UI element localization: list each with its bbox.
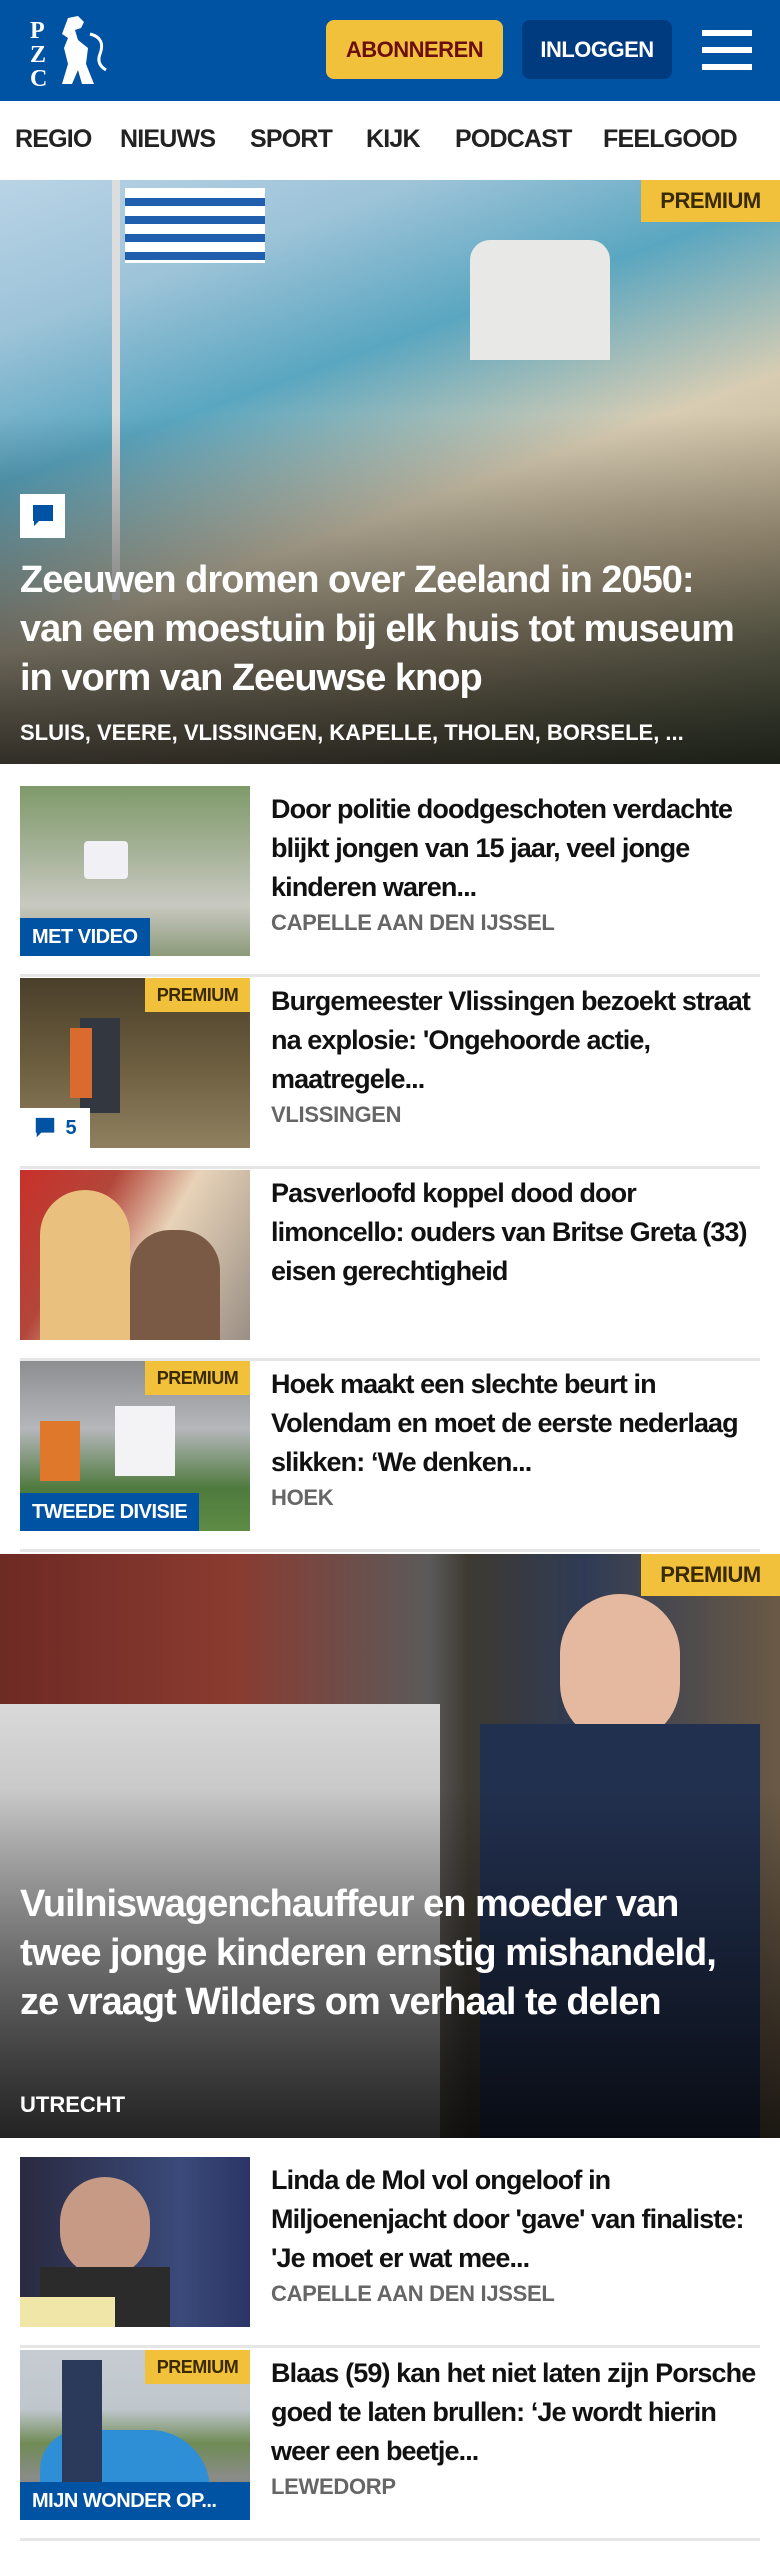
premium-badge: PREMIUM	[145, 2350, 250, 2384]
nav-item-regio[interactable]: REGIO	[15, 125, 92, 154]
premium-badge: PREMIUM	[641, 180, 780, 222]
login-button[interactable]: INLOGGEN	[522, 20, 672, 79]
article-thumbnail: PREMIUM MIJN WONDER OP...	[20, 2350, 250, 2520]
article-headline[interactable]: Hoek maakt een slechte beurt in Volendam…	[271, 1365, 760, 1482]
article-thumbnail: PREMIUM 5	[20, 978, 250, 1148]
player-image	[40, 1421, 80, 1481]
list-item[interactable]: Pasverloofd koppel dood door limoncello:…	[20, 1170, 760, 1361]
hero-headline[interactable]: Vuilniswagenchauffeur en moeder van twee…	[20, 1880, 760, 2027]
comment-icon	[32, 505, 53, 526]
article-thumbnail	[20, 1170, 250, 1340]
hero-article-utrecht[interactable]: PREMIUM Vuilniswagenchauffeur en moeder …	[0, 1554, 780, 2138]
article-location: LEWEDORP	[271, 2474, 396, 2499]
site-header: P Z C ABONNEREN INLOGGEN	[0, 0, 780, 101]
nav-item-nieuws[interactable]: NIEUWS	[120, 125, 216, 154]
svg-text:C: C	[30, 66, 47, 88]
power-plant-image	[470, 240, 610, 360]
svg-text:P: P	[30, 18, 45, 44]
list-item[interactable]: PREMIUM TWEEDE DIVISIE Hoek maakt een sl…	[20, 1361, 760, 1552]
politician-image	[560, 1594, 680, 1744]
article-headline[interactable]: Blaas (59) kan het niet laten zijn Porsc…	[271, 2354, 760, 2471]
video-label: MET VIDEO	[20, 918, 150, 956]
zeeland-flag-image	[125, 188, 265, 263]
player-image	[115, 1406, 175, 1476]
contestant-image	[60, 2177, 150, 2277]
premium-badge: PREMIUM	[145, 978, 250, 1012]
man-image	[130, 1230, 220, 1340]
comment-icon	[36, 1117, 55, 1138]
article-thumbnail	[20, 2157, 250, 2327]
nav-item-sport[interactable]: SPORT	[250, 125, 333, 154]
section-nav: REGIO NIEUWS SPORT KIJK PODCAST FEELGOOD	[0, 101, 780, 180]
comment-button[interactable]	[20, 494, 65, 538]
hero-tags: SLUIS, VEERE, VLISSINGEN, KAPELLE, THOLE…	[20, 720, 684, 745]
nav-item-kijk[interactable]: KIJK	[366, 125, 421, 154]
nav-item-podcast[interactable]: PODCAST	[455, 125, 572, 154]
podium-image	[20, 2297, 115, 2327]
article-headline[interactable]: Pasverloofd koppel dood door limoncello:…	[271, 1174, 760, 1291]
article-thumbnail: MET VIDEO	[20, 786, 250, 956]
article-headline[interactable]: Linda de Mol vol ongeloof in Miljoenenja…	[271, 2161, 760, 2278]
category-label: MIJN WONDER OP...	[20, 2482, 250, 2520]
list-item[interactable]: MET VIDEO Door politie doodgeschoten ver…	[20, 786, 760, 977]
article-headline[interactable]: Burgemeester Vlissingen bezoekt straat n…	[271, 982, 760, 1099]
pzc-logo[interactable]: P Z C	[28, 14, 110, 92]
article-location: VLISSINGEN	[271, 1102, 402, 1127]
list-item[interactable]: Linda de Mol vol ongeloof in Miljoenenja…	[20, 2157, 760, 2348]
article-thumbnail: PREMIUM TWEEDE DIVISIE	[20, 1361, 250, 1531]
woman-image	[40, 1190, 130, 1340]
article-headline[interactable]: Door politie doodgeschoten verdachte bli…	[271, 790, 760, 907]
article-location: HOEK	[271, 1485, 334, 1510]
person-vest-image	[70, 1028, 92, 1098]
subscribe-button[interactable]: ABONNEREN	[326, 20, 503, 79]
hamburger-icon[interactable]	[702, 30, 752, 70]
premium-badge: PREMIUM	[641, 1554, 780, 1596]
man-image	[62, 2360, 102, 2500]
police-van-image	[84, 841, 128, 879]
nav-item-feelgood[interactable]: FEELGOOD	[603, 125, 738, 154]
comment-count-value: 5	[65, 1116, 77, 1139]
list-item[interactable]: PREMIUM MIJN WONDER OP... Blaas (59) kan…	[20, 2350, 760, 2541]
hero-tags: UTRECHT	[20, 2092, 126, 2117]
comment-count[interactable]: 5	[20, 1108, 90, 1148]
hero-headline[interactable]: Zeeuwen dromen over Zeeland in 2050: van…	[20, 556, 760, 703]
premium-badge: PREMIUM	[145, 1361, 250, 1395]
article-location: CAPELLE AAN DEN IJSSEL	[271, 910, 555, 935]
hero-article-zeeland[interactable]: PREMIUM Zeeuwen dromen over Zeeland in 2…	[0, 180, 780, 764]
svg-text:Z: Z	[30, 42, 46, 68]
article-location: CAPELLE AAN DEN IJSSEL	[271, 2281, 555, 2306]
category-label: TWEEDE DIVISIE	[20, 1493, 200, 1531]
list-item[interactable]: PREMIUM 5 Burgemeester Vlissingen bezoek…	[20, 978, 760, 1169]
